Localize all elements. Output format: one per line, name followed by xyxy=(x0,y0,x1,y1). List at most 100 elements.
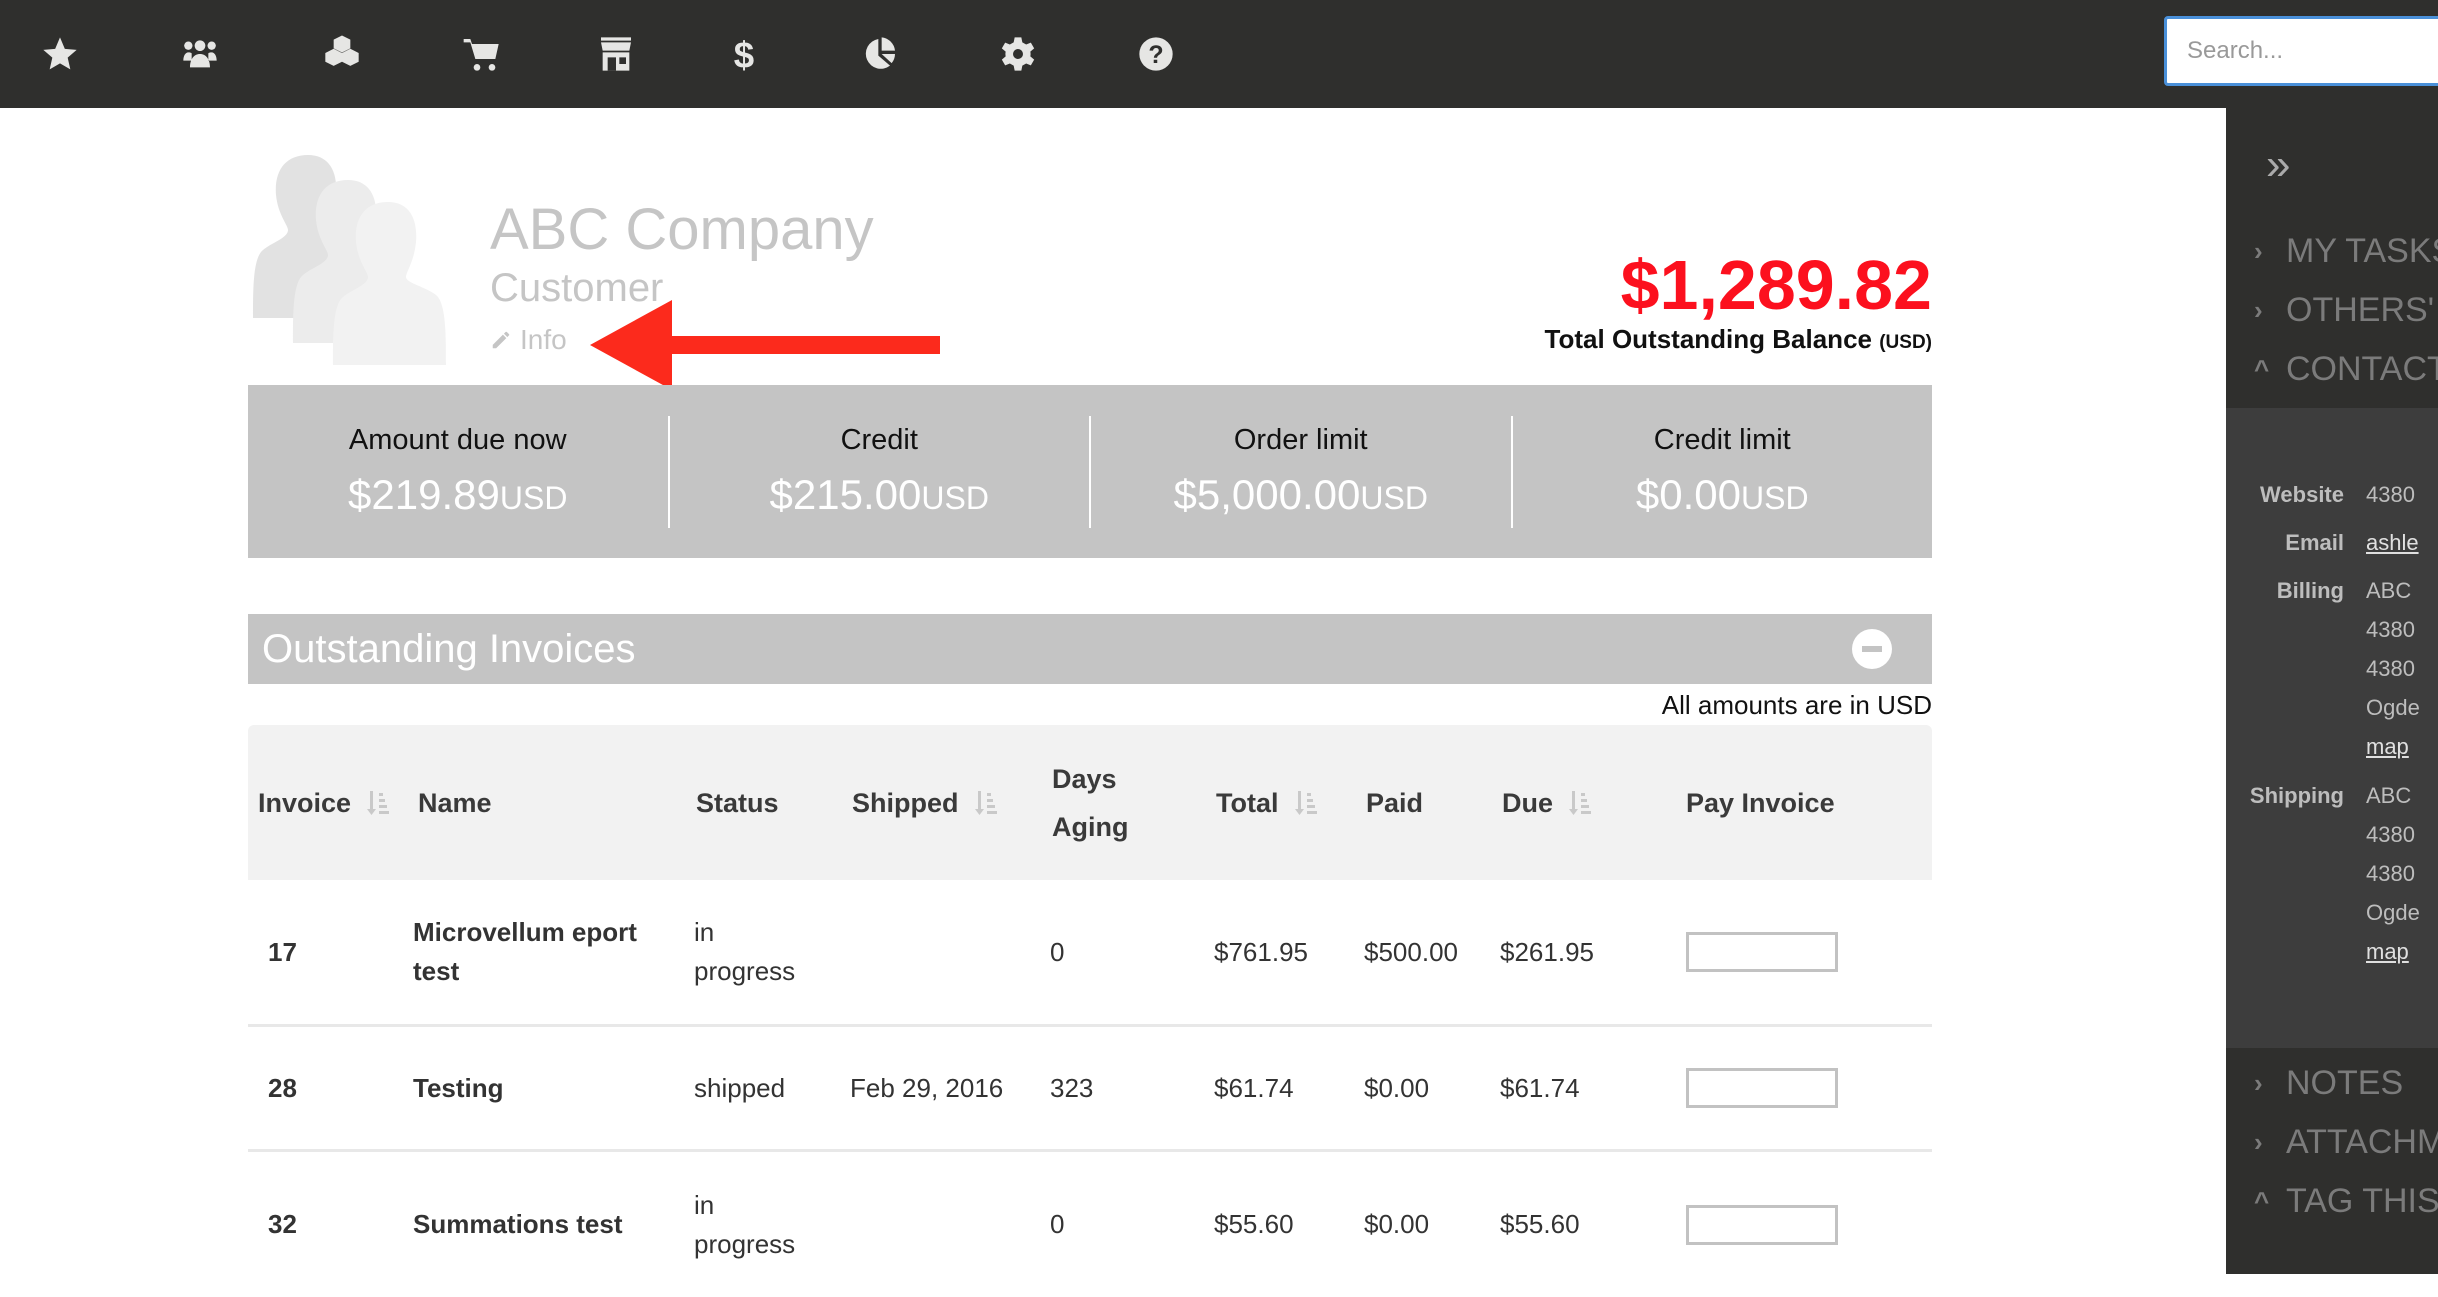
column-shipped[interactable]: Shipped xyxy=(852,725,999,880)
pie-chart-icon[interactable] xyxy=(858,32,902,76)
column-label: Pay Invoice xyxy=(1686,787,1835,818)
cubes-icon[interactable] xyxy=(320,32,364,76)
summary-value: $0.00USD xyxy=(1513,471,1933,519)
chevron-right-icon: › xyxy=(2254,236,2263,266)
sidebar-item-notes[interactable]: › NOTES xyxy=(2254,1064,2403,1103)
account-summary-bar: Amount due now $219.89USD Credit $215.00US… xyxy=(248,385,1932,558)
billing-map-link[interactable]: map xyxy=(2366,734,2409,760)
info-link[interactable]: Info xyxy=(490,324,567,356)
summary-amount: $215.00 xyxy=(769,471,922,518)
contact-panel: Website 4380 Email ashle Billing ABC 4380 4… xyxy=(2226,408,2438,1048)
contact-label: Billing xyxy=(2276,578,2344,603)
column-name: Name xyxy=(418,725,492,880)
shipping-map-link[interactable]: map xyxy=(2366,939,2409,965)
invoice-days-aging: 323 xyxy=(1050,1072,1094,1103)
users-icon[interactable] xyxy=(178,32,222,76)
invoice-name[interactable]: Microvellum eport test xyxy=(413,880,653,1024)
sidebar-item-label: CONTACT xyxy=(2286,350,2438,388)
sort-icon[interactable] xyxy=(1294,789,1319,817)
total-balance-amount: $1,289.82 xyxy=(1620,246,1932,324)
contact-website: Website 4380 xyxy=(2226,482,2438,508)
invoice-number[interactable]: 17 xyxy=(268,880,297,1024)
info-label: Info xyxy=(520,324,567,355)
right-sidebar: » › MY TASKS › OTHERS' T ^ CONTACT Website 4… xyxy=(2226,108,2438,1274)
contact-email: Email ashle xyxy=(2226,530,2438,556)
sort-icon[interactable] xyxy=(367,789,391,817)
chevron-up-icon: ^ xyxy=(2254,354,2270,384)
contact-value: 4380 xyxy=(2366,617,2415,642)
column-label: Days Aging xyxy=(1052,763,1129,842)
summary-label: Order limit xyxy=(1233,424,1368,456)
contact-value: 4380 xyxy=(2366,822,2415,847)
dollar-icon[interactable]: $ xyxy=(722,32,766,76)
search-input[interactable] xyxy=(2164,16,2438,86)
summary-value: $219.89USD xyxy=(248,471,668,519)
column-total[interactable]: Total xyxy=(1216,725,1319,880)
column-label: Shipped xyxy=(852,787,959,818)
sidebar-item-label: MY TASKS xyxy=(2286,232,2438,270)
invoice-number[interactable]: 28 xyxy=(268,1027,297,1149)
contact-value: ABC xyxy=(2366,783,2412,808)
invoice-total: $55.60 xyxy=(1214,1209,1294,1239)
outstanding-invoices-header: Outstanding Invoices xyxy=(248,614,1932,684)
expand-sidebar-icon[interactable]: » xyxy=(2266,140,2290,190)
contact-value: ABC xyxy=(2366,578,2412,603)
shipping-map-row: map xyxy=(2226,939,2438,965)
pay-invoice-input[interactable] xyxy=(1686,932,1838,972)
collapse-section-icon[interactable] xyxy=(1852,629,1892,669)
help-icon[interactable]: ? xyxy=(1134,32,1178,76)
summary-credit: Credit $215.00USD xyxy=(670,415,1091,528)
contact-label: Shipping xyxy=(2249,783,2344,808)
contact-label: Website xyxy=(2260,482,2344,507)
email-link[interactable]: ashle xyxy=(2366,530,2419,556)
chevron-up-icon: ^ xyxy=(2254,1186,2270,1216)
sort-icon[interactable] xyxy=(974,789,999,817)
store-icon[interactable] xyxy=(594,32,638,76)
pay-invoice-input[interactable] xyxy=(1686,1204,1838,1245)
column-paid: Paid xyxy=(1366,725,1423,880)
sidebar-item-others-tasks[interactable]: › OTHERS' T xyxy=(2254,291,2438,330)
invoices-table: Invoice Name Status Shipped Days Aging T… xyxy=(248,725,1932,1297)
total-balance-label: Total Outstanding Balance (USD) xyxy=(1545,324,1932,355)
summary-value: $215.00USD xyxy=(670,471,1090,519)
sidebar-item-my-tasks[interactable]: › MY TASKS xyxy=(2254,232,2438,271)
column-label: Total xyxy=(1216,787,1279,818)
sort-icon[interactable] xyxy=(1569,789,1593,817)
table-row: 17 Microvellum eport test in progress 0 … xyxy=(248,880,1932,1027)
gear-icon[interactable] xyxy=(996,32,1040,76)
column-status: Status xyxy=(696,725,779,880)
invoice-due: $61.74 xyxy=(1500,1072,1580,1103)
invoice-name[interactable]: Testing xyxy=(413,1027,653,1149)
column-label: Status xyxy=(696,787,779,818)
column-due[interactable]: Due xyxy=(1502,725,1593,880)
chevron-right-icon: › xyxy=(2254,1068,2263,1098)
sidebar-item-tag-this[interactable]: ^ TAG THIS xyxy=(2254,1182,2438,1221)
column-label: Paid xyxy=(1366,787,1424,818)
summary-credit-limit: Credit limit $0.00USD xyxy=(1513,416,1933,528)
invoice-name[interactable]: Summations test xyxy=(413,1152,653,1297)
table-header: Invoice Name Status Shipped Days Aging T… xyxy=(248,725,1932,880)
column-invoice[interactable]: Invoice xyxy=(258,725,391,880)
pay-invoice-input[interactable] xyxy=(1686,1068,1838,1108)
top-navigation-bar: $ ? xyxy=(0,0,2438,108)
invoice-number[interactable]: 32 xyxy=(268,1152,297,1297)
summary-order-limit: Order limit $5,000.00USD xyxy=(1091,415,1513,528)
contact-value: 4380 xyxy=(2366,482,2415,507)
sidebar-item-attachments[interactable]: › ATTACHM xyxy=(2254,1123,2438,1162)
svg-text:?: ? xyxy=(1148,41,1163,69)
column-label: Invoice xyxy=(258,787,352,818)
invoice-paid: $500.00 xyxy=(1364,936,1458,967)
cart-icon[interactable] xyxy=(460,32,504,76)
summary-amount-due: Amount due now $219.89USD xyxy=(248,415,670,528)
sidebar-item-label: NOTES xyxy=(2286,1064,2404,1102)
invoice-status: in progress xyxy=(694,1189,796,1259)
summary-currency: USD xyxy=(499,480,568,516)
sidebar-item-contact[interactable]: ^ CONTACT xyxy=(2254,350,2438,389)
balance-label-text: Total Outstanding Balance xyxy=(1544,324,1872,354)
invoice-total: $61.74 xyxy=(1214,1072,1294,1103)
table-row: 32 Summations test in progress 0 $55.60 … xyxy=(248,1152,1932,1297)
star-icon[interactable] xyxy=(38,32,82,76)
sidebar-item-label: OTHERS' T xyxy=(2286,291,2438,329)
summary-label: Credit limit xyxy=(1653,424,1791,456)
contact-billing: Billing ABC xyxy=(2226,578,2438,604)
